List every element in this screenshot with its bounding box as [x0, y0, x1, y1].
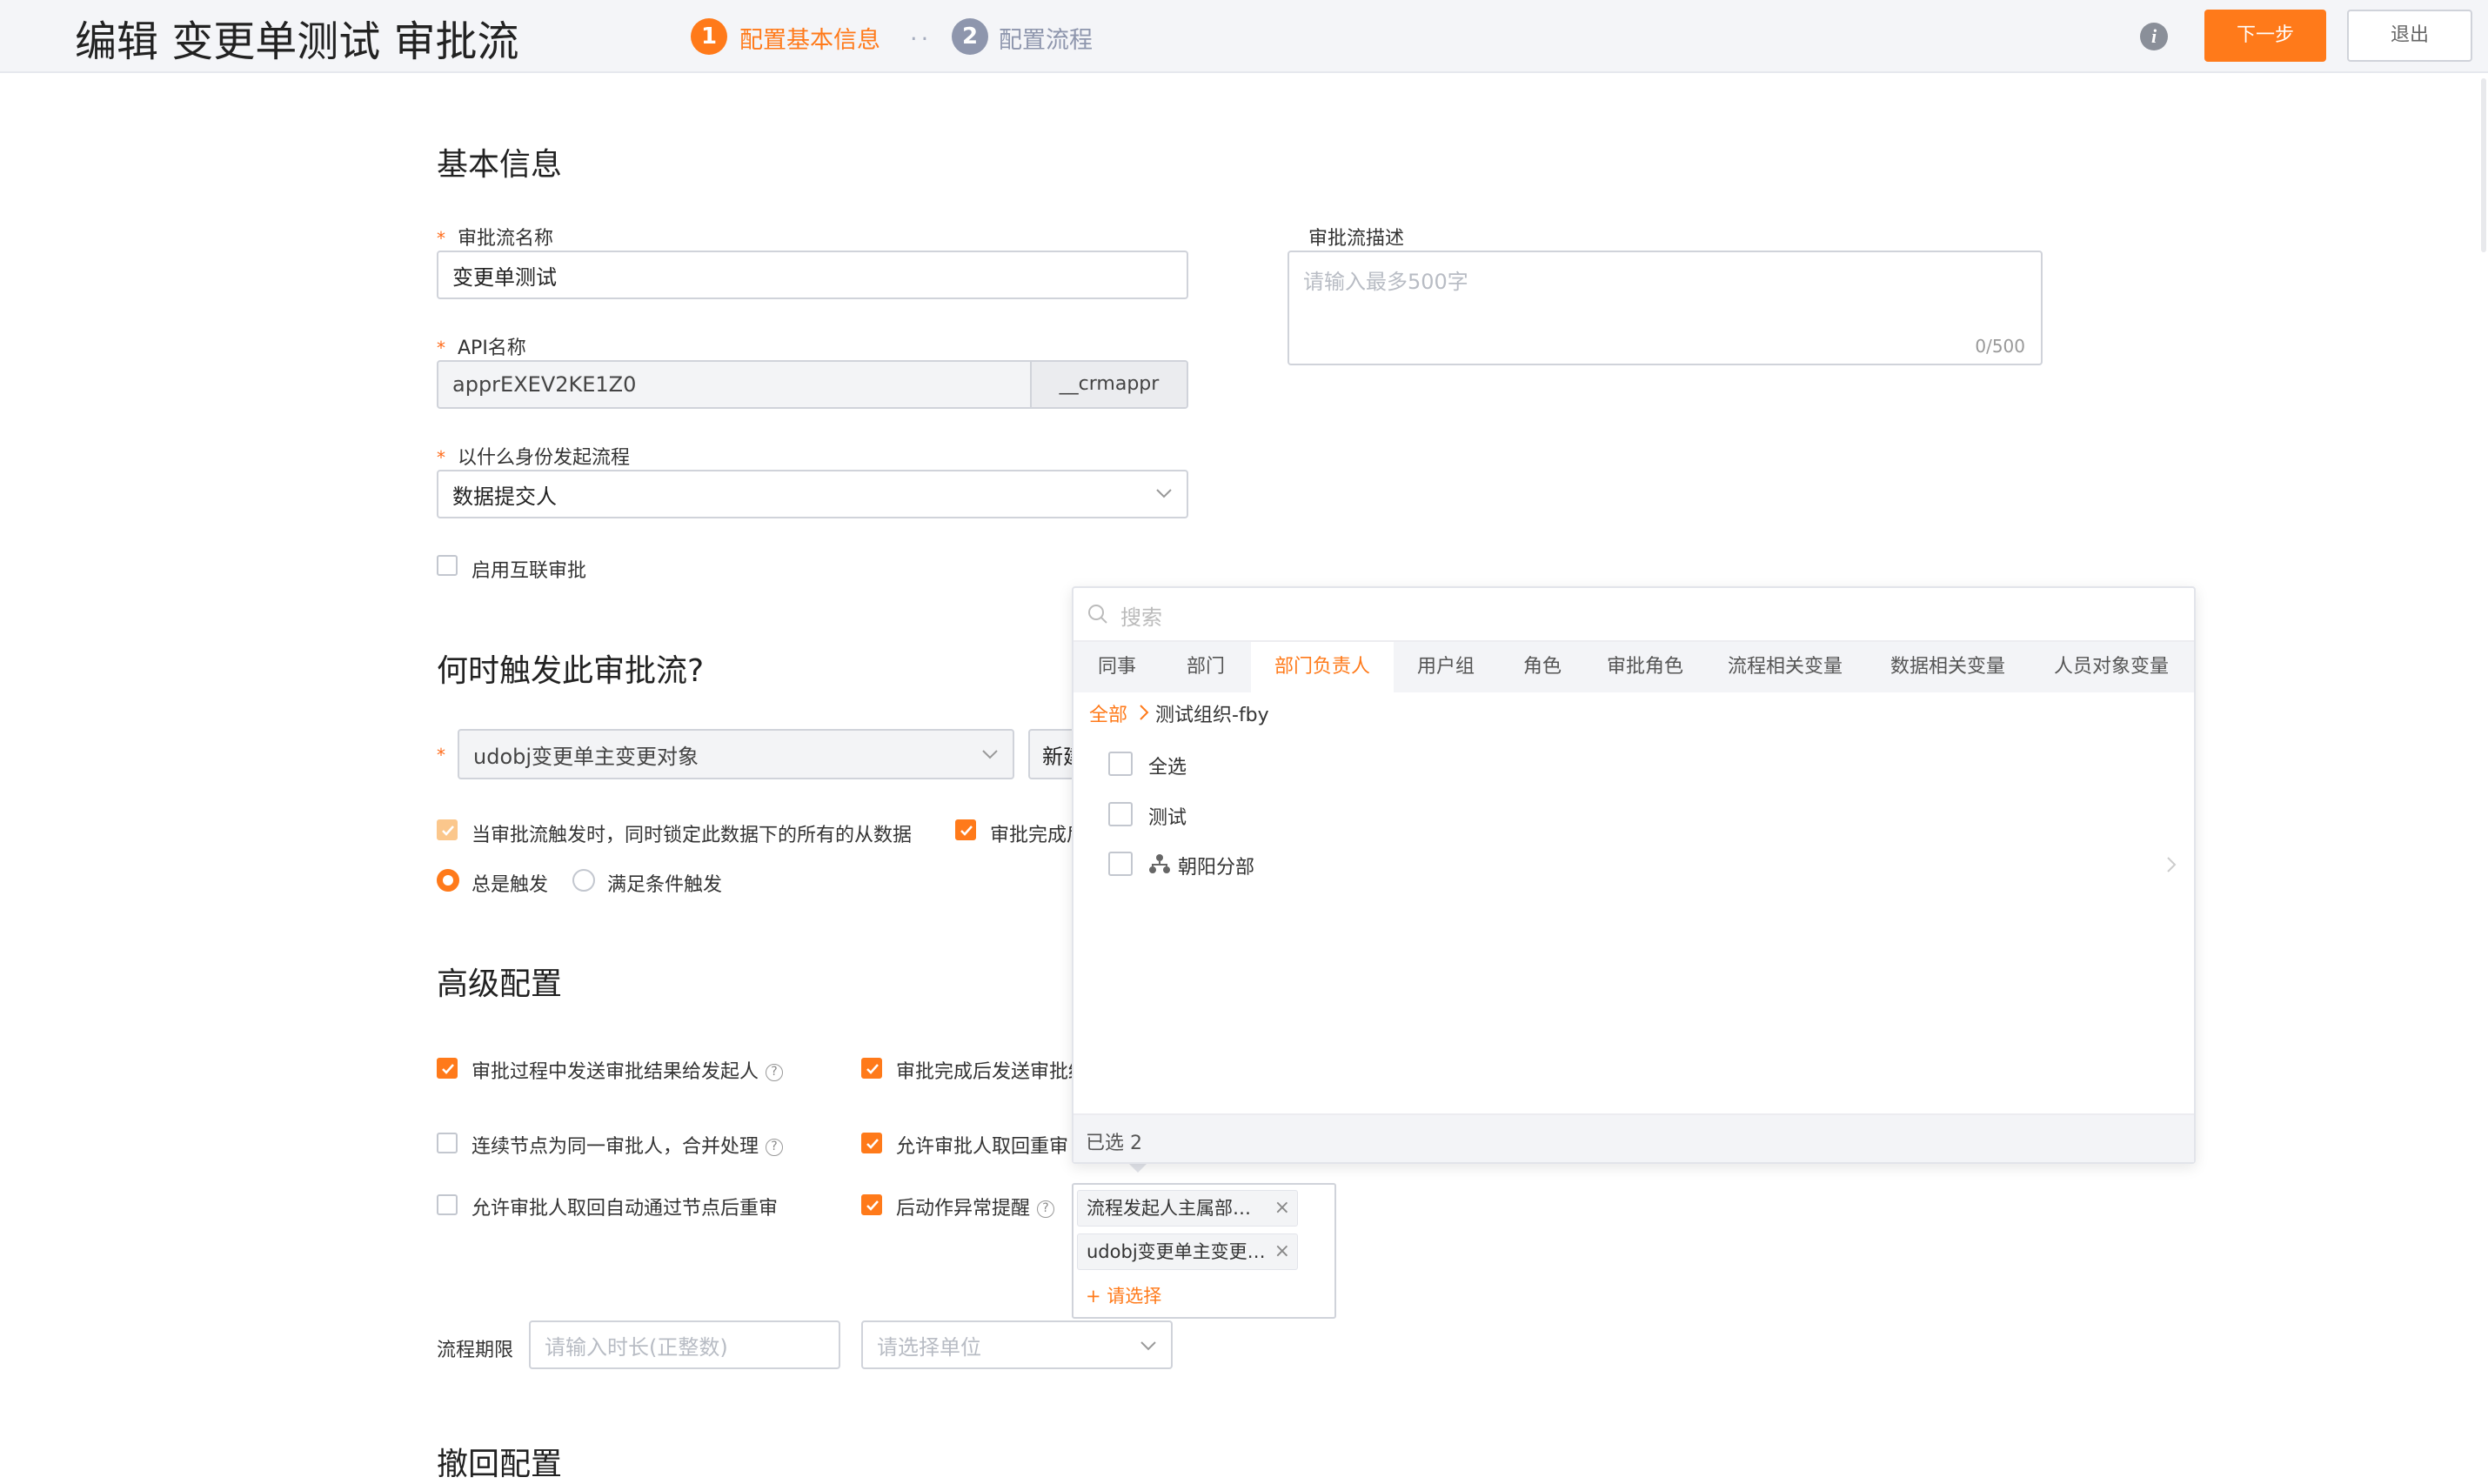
item-chaoyang-checkbox[interactable] [1108, 852, 1133, 876]
chevron-down-icon [1140, 1341, 1156, 1351]
step-separator: .. [910, 19, 933, 46]
item-test-checkbox[interactable] [1108, 802, 1133, 826]
api-name-label: * API名称 [437, 338, 526, 359]
complete-checkbox[interactable] [955, 819, 976, 840]
exit-button[interactable]: 退出 [2347, 10, 2472, 62]
tab-user-group[interactable]: 用户组 [1394, 642, 1498, 692]
radio-always[interactable] [437, 869, 459, 892]
check-icon [866, 1139, 879, 1149]
tab-data-variables[interactable]: 数据相关变量 [1867, 642, 2029, 692]
step-2-number: 2 [952, 18, 988, 55]
check-icon [866, 1200, 879, 1211]
tab-person-object-variables[interactable]: 人员对象变量 [2029, 642, 2194, 692]
page-title: 编辑 变更单测试 审批流 [75, 17, 519, 66]
send-complete-checkbox[interactable] [861, 1058, 882, 1079]
check-icon [960, 826, 973, 836]
allow-recall-label: 允许审批人取回重审 [896, 1136, 1069, 1158]
basic-info-title: 基本信息 [437, 147, 563, 183]
tab-process-variables[interactable]: 流程相关变量 [1703, 642, 1867, 692]
post-action-alert-checkbox[interactable] [861, 1194, 882, 1215]
merge-nodes-label: 连续节点为同一审批人，合并处理? [472, 1131, 784, 1159]
withdraw-title: 撤回配置 [437, 1447, 563, 1482]
scrollbar[interactable] [2481, 78, 2486, 252]
close-icon[interactable]: × [1274, 1191, 1290, 1226]
info-icon[interactable]: i [2140, 23, 2168, 50]
allow-recall-auto-label: 允许审批人取回自动通过节点后重审 [472, 1198, 779, 1220]
interconnect-checkbox[interactable] [437, 555, 458, 576]
post-action-alert-label: 后动作异常提醒? [896, 1193, 1055, 1220]
selected-tags-box[interactable]: 流程发起人主属部… × udobj变更单主变更… × + 请选择 [1072, 1183, 1336, 1319]
member-selector-popup: 搜索 同事 部门 部门负责人 用户组 角色 审批角色 流程相关变量 数据相关变量… [1072, 586, 2196, 1164]
help-icon[interactable]: ? [766, 1064, 784, 1081]
lock-data-label: 当审批流触发时，同时锁定此数据下的所有的从数据 [472, 825, 913, 846]
check-icon [866, 1064, 879, 1074]
selected-count: 已选 2 [1086, 1133, 1142, 1154]
unit-select[interactable]: 请选择单位 [861, 1320, 1173, 1369]
help-icon[interactable]: ? [1037, 1200, 1055, 1218]
api-name-input: apprEXEV2KE1Z0 __crmappr [437, 360, 1188, 409]
item-test-label: 测试 [1148, 807, 1187, 829]
send-result-label: 审批过程中发送审批结果给发起人? [472, 1056, 784, 1084]
identity-label: * 以什么身份发起流程 [437, 447, 631, 469]
approval-name-input[interactable]: 变更单测试 [437, 251, 1188, 299]
radio-always-label: 总是触发 [472, 874, 549, 896]
allow-recall-checkbox[interactable] [861, 1133, 882, 1153]
check-icon [442, 1064, 454, 1074]
tab-role[interactable]: 角色 [1498, 642, 1587, 692]
approval-name-label: * 审批流名称 [437, 228, 554, 250]
radio-condition-label: 满足条件触发 [607, 874, 723, 896]
required-mark: * [437, 338, 445, 358]
duration-input[interactable]: 请输入时长(正整数) [529, 1320, 840, 1369]
trigger-object-select[interactable]: udobj变更单主变更对象 [458, 729, 1014, 779]
advanced-title: 高级配置 [437, 966, 563, 1002]
api-suffix: __crmappr [1030, 362, 1187, 407]
identity-select[interactable]: 数据提交人 [437, 470, 1188, 518]
help-icon[interactable]: ? [766, 1139, 784, 1156]
char-counter: 0/500 [1975, 336, 2025, 357]
item-chaoyang-label: 朝阳分部 [1178, 857, 1255, 879]
close-icon[interactable]: × [1274, 1234, 1290, 1269]
required-mark: * [437, 228, 445, 249]
required-mark: * [437, 447, 445, 468]
popup-search-bar[interactable]: 搜索 [1073, 588, 2194, 640]
chevron-down-icon [982, 750, 998, 759]
description-label: 审批流描述 [1308, 228, 1405, 250]
lock-data-checkbox[interactable] [437, 819, 458, 840]
top-header: 编辑 变更单测试 审批流 1 配置基本信息 .. 2 配置流程 i 下一步 退出 [0, 0, 2488, 73]
search-icon [1088, 605, 1107, 624]
required-mark: * [437, 745, 445, 765]
tab-department[interactable]: 部门 [1160, 642, 1251, 692]
description-textarea[interactable]: 请输入最多500字 0/500 [1287, 251, 2043, 365]
popup-footer: 已选 2 [1073, 1113, 2194, 1162]
step-2-label[interactable]: 配置流程 [999, 21, 1093, 55]
tab-department-head[interactable]: 部门负责人 [1251, 642, 1394, 692]
new-object-button[interactable]: 新建 [1028, 729, 1077, 779]
org-tree-icon [1149, 854, 1170, 873]
step-1-label[interactable]: 配置基本信息 [739, 21, 880, 55]
tab-approval-role[interactable]: 审批角色 [1587, 642, 1703, 692]
allow-recall-auto-checkbox[interactable] [437, 1194, 458, 1215]
radio-condition[interactable] [572, 869, 595, 892]
chevron-down-icon [1156, 489, 1172, 498]
interconnect-label: 启用互联审批 [472, 560, 587, 582]
merge-nodes-checkbox[interactable] [437, 1133, 458, 1153]
tab-colleague[interactable]: 同事 [1073, 642, 1160, 692]
select-all-checkbox[interactable] [1108, 752, 1133, 776]
deadline-label: 流程期限 [437, 1340, 514, 1361]
check-icon [442, 826, 454, 836]
chevron-right-icon [1140, 705, 1149, 720]
add-selection-link[interactable]: + 请选择 [1086, 1282, 1161, 1308]
selected-tag: udobj变更单主变更… × [1077, 1233, 1298, 1270]
send-complete-label: 审批完成后发送审批结 [896, 1061, 1088, 1083]
next-step-button[interactable]: 下一步 [2204, 10, 2326, 62]
chevron-right-icon[interactable] [2166, 856, 2177, 873]
popup-search-input[interactable]: 搜索 [1120, 600, 1162, 631]
breadcrumb-current: 测试组织-fby [1155, 705, 1269, 726]
select-all-label: 全选 [1148, 757, 1187, 779]
send-result-checkbox[interactable] [437, 1058, 458, 1079]
step-1-number: 1 [691, 18, 727, 55]
breadcrumb-root[interactable]: 全部 [1089, 699, 1127, 727]
trigger-title: 何时触发此审批流? [437, 653, 705, 689]
selected-tag: 流程发起人主属部… × [1077, 1190, 1298, 1227]
